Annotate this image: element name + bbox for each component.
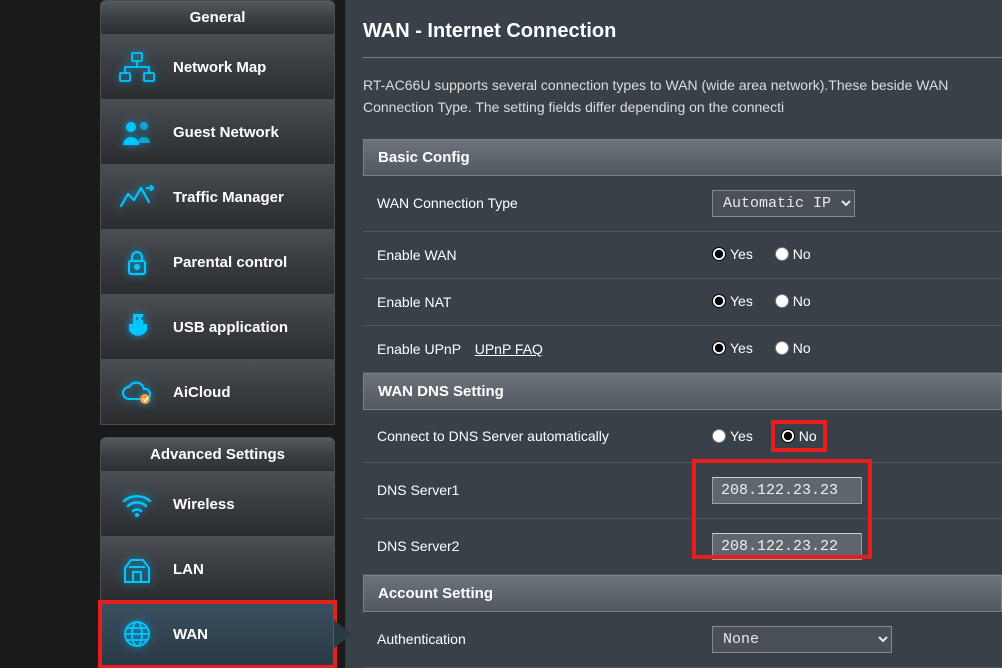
title-divider (363, 57, 1002, 58)
account-setting-table: Authentication None (363, 612, 1002, 668)
sidebar-item-label: LAN (173, 561, 204, 578)
basic-config-table: WAN Connection Type Automatic IP Enable … (363, 176, 1002, 373)
enable-wan-no-radio[interactable] (775, 247, 789, 261)
sidebar-item-traffic-manager[interactable]: Traffic Manager (100, 165, 335, 230)
dns-server2-input[interactable] (712, 533, 862, 560)
sidebar-item-aicloud[interactable]: AiCloud (100, 360, 335, 425)
network-map-icon (117, 49, 157, 85)
sidebar: General Network Map Guest Network Traffi… (0, 0, 345, 668)
sidebar-item-wan[interactable]: WAN (100, 602, 335, 667)
sidebar-item-label: Network Map (173, 59, 266, 76)
sidebar-item-parental-control[interactable]: Parental control (100, 230, 335, 295)
content-area: WAN - Internet Connection RT-AC66U suppo… (345, 0, 1002, 668)
wan-connection-type-select[interactable]: Automatic IP (712, 190, 855, 217)
sidebar-advanced-header: Advanced Settings (100, 437, 335, 472)
section-header-basic: Basic Config (363, 139, 1002, 176)
authentication-select[interactable]: None (712, 626, 892, 653)
enable-wan-yes-radio[interactable] (712, 247, 726, 261)
label-enable-nat: Enable NAT (363, 278, 698, 325)
page-title: WAN - Internet Connection (363, 20, 1002, 43)
section-header-account: Account Setting (363, 575, 1002, 612)
sidebar-item-lan[interactable]: LAN (100, 537, 335, 602)
sidebar-item-network-map[interactable]: Network Map (100, 35, 335, 100)
sidebar-item-label: Guest Network (173, 124, 279, 141)
sidebar-item-label: USB application (173, 319, 288, 336)
guest-network-icon (117, 114, 157, 150)
usb-application-icon (117, 309, 157, 345)
sidebar-general-header: General (100, 0, 335, 35)
upnp-faq-link[interactable]: UPnP FAQ (475, 341, 543, 357)
sidebar-item-guest-network[interactable]: Guest Network (100, 100, 335, 165)
dns-auto-yes-radio[interactable] (712, 429, 726, 443)
label-dns-auto: Connect to DNS Server automatically (363, 410, 698, 463)
sidebar-item-usb-application[interactable]: USB application (100, 295, 335, 360)
sidebar-item-wireless[interactable]: Wireless (100, 472, 335, 537)
label-dns-server2: DNS Server2 (363, 518, 698, 574)
aicloud-icon (117, 374, 157, 410)
wan-icon (117, 616, 157, 652)
label-authentication: Authentication (363, 612, 698, 668)
enable-nat-no-radio[interactable] (775, 294, 789, 308)
label-dns-server1: DNS Server1 (363, 462, 698, 518)
sidebar-item-label: Wireless (173, 496, 235, 513)
label-wan-connection-type: WAN Connection Type (363, 176, 698, 232)
lan-icon (117, 551, 157, 587)
parental-control-icon (117, 244, 157, 280)
sidebar-item-label: Parental control (173, 254, 287, 271)
sidebar-item-label: Traffic Manager (173, 189, 284, 206)
enable-nat-yes-radio[interactable] (712, 294, 726, 308)
sidebar-item-label: WAN (173, 626, 208, 643)
page-description: RT-AC66U supports several connection typ… (363, 74, 1002, 119)
label-enable-upnp: Enable UPnP (377, 341, 461, 357)
traffic-manager-icon (117, 179, 157, 215)
label-enable-wan: Enable WAN (363, 231, 698, 278)
dns-auto-no-radio[interactable] (781, 429, 795, 443)
section-header-dns: WAN DNS Setting (363, 373, 1002, 410)
wireless-icon (117, 486, 157, 522)
dns-setting-table: Connect to DNS Server automatically Yes … (363, 410, 1002, 575)
dns-server1-input[interactable] (712, 477, 862, 504)
enable-upnp-yes-radio[interactable] (712, 341, 726, 355)
sidebar-item-label: AiCloud (173, 384, 231, 401)
enable-upnp-no-radio[interactable] (775, 341, 789, 355)
